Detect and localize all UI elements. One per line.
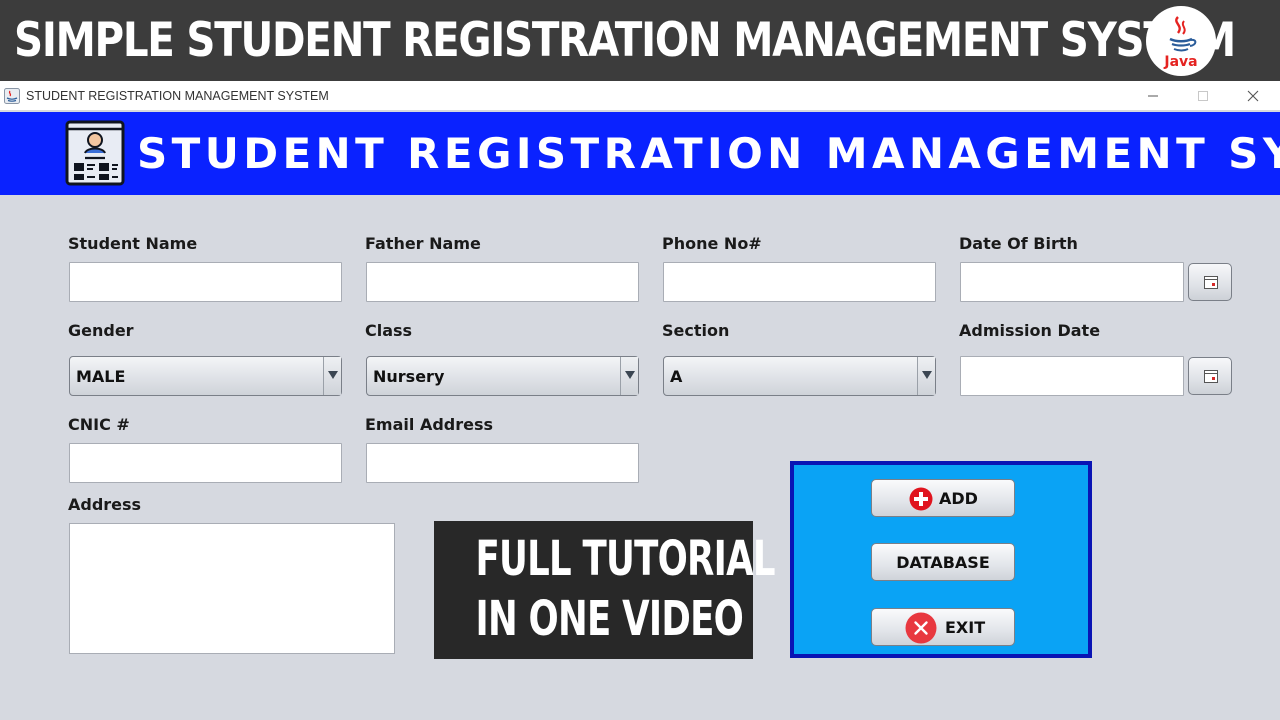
cnic-input[interactable] (69, 443, 342, 483)
phone-input[interactable] (663, 262, 936, 302)
dob-label: Date Of Birth (959, 234, 1078, 253)
email-input[interactable] (366, 443, 639, 483)
exit-button-label: EXIT (945, 618, 986, 637)
java-cup-icon (1169, 16, 1197, 52)
java-logo: Java (1146, 6, 1216, 76)
address-textarea[interactable] (69, 523, 395, 654)
add-button[interactable]: ADD (871, 479, 1015, 517)
java-app-icon (4, 88, 20, 104)
address-label: Address (68, 495, 142, 514)
maximize-icon (1198, 91, 1208, 101)
banner-title: SIMPLE STUDENT REGISTRATION MANAGEMENT S… (14, 13, 1236, 68)
dob-input[interactable] (960, 262, 1184, 302)
section-selected-value: A (670, 367, 683, 386)
maximize-button[interactable] (1180, 81, 1226, 111)
cnic-label: CNIC # (68, 415, 130, 434)
chevron-down-icon (917, 357, 935, 395)
admission-date-input[interactable] (960, 356, 1184, 396)
admission-date-label: Admission Date (959, 321, 1101, 340)
tutorial-line-1: FULL TUTORIAL (475, 531, 775, 587)
calendar-icon (1204, 276, 1218, 289)
gender-selected-value: MALE (76, 367, 126, 386)
java-logo-text: Java (1164, 54, 1198, 70)
minimize-icon (1148, 95, 1158, 97)
phone-label: Phone No# (662, 234, 762, 253)
close-icon (1247, 90, 1259, 102)
student-id-card-icon (65, 120, 125, 186)
exit-button[interactable]: EXIT (871, 608, 1015, 646)
database-button-label: DATABASE (896, 553, 990, 572)
gender-label: Gender (68, 321, 134, 340)
window-title: STUDENT REGISTRATION MANAGEMENT SYSTEM (26, 89, 329, 103)
add-button-label: ADD (939, 489, 978, 508)
email-label: Email Address (365, 415, 494, 434)
admission-calendar-button[interactable] (1188, 357, 1232, 395)
father-name-input[interactable] (366, 262, 639, 302)
minimize-button[interactable] (1130, 81, 1176, 111)
database-button[interactable]: DATABASE (871, 543, 1015, 581)
class-selected-value: Nursery (373, 367, 445, 386)
close-button[interactable] (1230, 81, 1276, 111)
dob-calendar-button[interactable] (1188, 263, 1232, 301)
student-name-label: Student Name (68, 234, 198, 253)
student-name-input[interactable] (69, 262, 342, 302)
app-header: STUDENT REGISTRATION MANAGEMENT SYSTEM (0, 112, 1280, 195)
father-name-label: Father Name (365, 234, 481, 253)
section-label: Section (662, 321, 730, 340)
tutorial-line-2: IN ONE VIDEO (475, 591, 744, 647)
actions-panel: ADD DATABASE EXIT (790, 461, 1092, 658)
class-label: Class (365, 321, 413, 340)
chevron-down-icon (620, 357, 638, 395)
section-select[interactable]: A (663, 356, 936, 396)
gender-select[interactable]: MALE (69, 356, 342, 396)
class-select[interactable]: Nursery (366, 356, 639, 396)
window-titlebar[interactable]: STUDENT REGISTRATION MANAGEMENT SYSTEM (0, 81, 1280, 111)
calendar-icon (1204, 370, 1218, 383)
screen: SIMPLE STUDENT REGISTRATION MANAGEMENT S… (0, 0, 1280, 720)
plus-circle-icon (909, 487, 933, 511)
chevron-down-icon (323, 357, 341, 395)
tutorial-overlay: FULL TUTORIAL IN ONE VIDEO (434, 521, 776, 659)
header-title: STUDENT REGISTRATION MANAGEMENT SYSTEM (137, 129, 1280, 178)
close-circle-icon (905, 612, 937, 644)
video-banner: SIMPLE STUDENT REGISTRATION MANAGEMENT S… (0, 0, 1280, 81)
